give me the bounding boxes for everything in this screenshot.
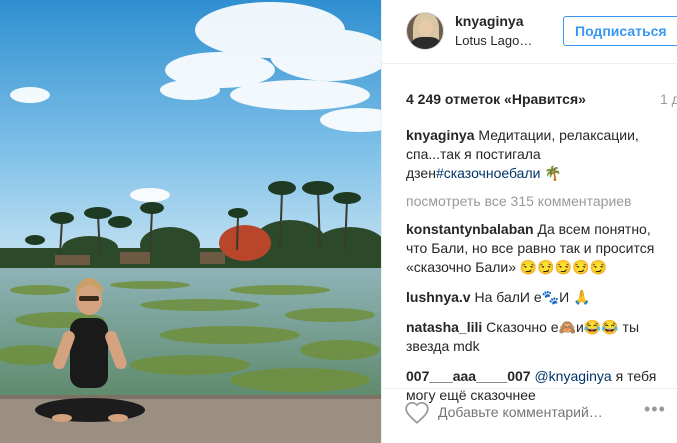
caption-emoji: 🌴 [544,165,562,181]
comment-item: lushnya.v На балИ е🐾И 🙏 [406,288,668,307]
post-header: knyaginya Lotus Lago… Подписаться [382,0,677,64]
add-comment-bar: ••• [382,388,677,443]
post-photo-image [0,0,381,443]
comment-username[interactable]: natasha_lili [406,319,482,335]
post-photo[interactable] [0,0,381,443]
more-options-icon[interactable]: ••• [644,399,666,420]
caption-username[interactable]: knyaginya [406,127,474,143]
post-time[interactable]: 1 д [660,91,677,107]
follow-button[interactable]: Подписаться [563,16,677,46]
comment-item: konstantynbalaban Да всем понятно, что Б… [406,220,668,277]
likes-count[interactable]: 4 249 отметок «Нравится» [406,91,586,107]
author-username[interactable]: knyaginya [455,13,523,29]
caption: knyaginya Медитации, релаксации, спа...т… [406,126,668,183]
hashtag-link[interactable]: #сказочноебали [436,165,541,181]
post-sidebar: knyaginya Lotus Lago… Подписаться 4 249 … [381,0,677,443]
add-comment-input[interactable] [438,401,618,423]
comment-item: natasha_lili Сказочно е🙈и😂😂 ты звезда md… [406,318,668,356]
view-all-comments-link[interactable]: посмотреть все 315 комментариев [406,192,668,211]
avatar[interactable] [406,12,444,50]
comment-username[interactable]: lushnya.v [406,289,471,305]
comment-text: На балИ е🐾И 🙏 [474,289,591,305]
comment-username[interactable]: 007___aaa____007 [406,368,531,384]
heart-outline-icon[interactable] [404,400,430,426]
location-link[interactable]: Lotus Lago… [455,33,532,48]
comment-username[interactable]: konstantynbalaban [406,221,534,237]
comments-list: knyaginya Медитации, релаксации, спа...т… [406,126,668,416]
mention-link[interactable]: @knyaginya [534,368,611,384]
